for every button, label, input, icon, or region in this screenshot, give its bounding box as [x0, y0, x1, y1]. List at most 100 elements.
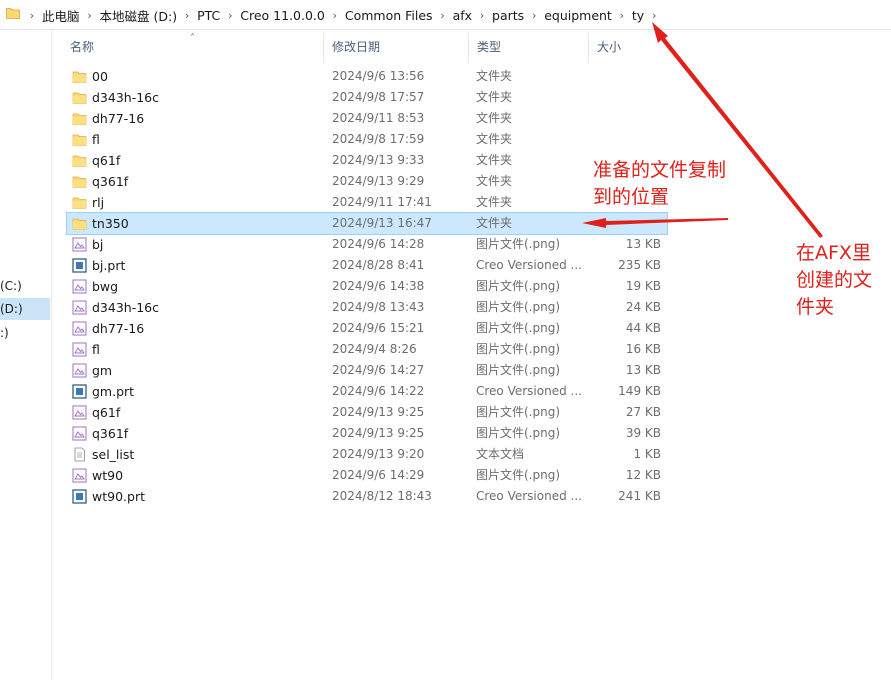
nav-item-drive[interactable]: :): [0, 322, 50, 344]
file-date: 2024/9/6 14:29: [332, 468, 425, 482]
file-row[interactable]: bwg 2024/9/6 14:38 图片文件(.png) 19 KB: [67, 276, 667, 297]
folder-icon: [72, 195, 87, 210]
column-type[interactable]: 类型: [469, 33, 589, 63]
file-date: 2024/9/6 15:21: [332, 321, 425, 335]
chevron-right-icon[interactable]: ›: [435, 9, 451, 22]
file-row[interactable]: d343h-16c 2024/9/8 13:43 图片文件(.png) 24 KB: [67, 297, 667, 318]
nav-item-c-drive[interactable]: (C:): [0, 275, 50, 297]
breadcrumb-item[interactable]: › 本地磁盘 (D:): [82, 0, 180, 30]
file-date: 2024/9/8 13:43: [332, 300, 425, 314]
breadcrumb-item[interactable]: › afx: [435, 0, 474, 30]
file-row[interactable]: gm.prt 2024/9/6 14:22 Creo Versioned ... 14…: [67, 381, 667, 402]
address-bar[interactable]: › 此电脑 › 本地磁盘 (D:) › PTC › Creo 11.0.0.0 › Common …: [0, 0, 891, 30]
column-name[interactable]: 名称: [62, 33, 324, 63]
chevron-right-icon[interactable]: ›: [474, 9, 490, 22]
file-date: 2024/9/6 14:28: [332, 237, 425, 251]
breadcrumb-item[interactable]: › equipment: [526, 0, 614, 30]
image-file-icon: [72, 237, 87, 252]
chevron-right-icon[interactable]: ›: [82, 9, 98, 22]
file-name: bwg: [92, 279, 119, 294]
breadcrumb-item[interactable]: › Common Files: [327, 0, 435, 30]
file-type: 图片文件(.png): [476, 279, 561, 293]
chevron-right-icon[interactable]: ›: [526, 9, 542, 22]
chevron-right-icon[interactable]: ›: [327, 9, 343, 22]
file-row[interactable]: fl 2024/9/8 17:59 文件夹: [67, 129, 667, 150]
file-row[interactable]: q361f 2024/9/13 9:25 图片文件(.png) 39 KB: [67, 423, 667, 444]
file-type: 图片文件(.png): [476, 405, 561, 419]
file-name: bj: [92, 237, 104, 252]
breadcrumb-label[interactable]: equipment: [542, 8, 614, 23]
file-type: Creo Versioned ...: [476, 489, 582, 503]
breadcrumb-item[interactable]: › 此电脑: [24, 0, 82, 30]
file-row[interactable]: rlj 2024/9/11 17:41 文件夹: [67, 192, 667, 213]
breadcrumb-label[interactable]: parts: [490, 8, 526, 23]
image-file-icon: [72, 300, 87, 315]
breadcrumb-label[interactable]: 本地磁盘 (D:): [98, 6, 180, 25]
breadcrumb-label[interactable]: afx: [451, 8, 474, 23]
file-row[interactable]: d343h-16c 2024/9/8 17:57 文件夹: [67, 87, 667, 108]
breadcrumb-item[interactable]: › ty: [614, 0, 646, 30]
file-type: Creo Versioned ...: [476, 384, 582, 398]
file-row[interactable]: wt90.prt 2024/8/12 18:43 Creo Versioned ..…: [67, 486, 667, 507]
file-date: 2024/9/13 9:20: [332, 447, 425, 461]
file-size: 1 KB: [633, 447, 661, 461]
column-date[interactable]: 修改日期: [324, 33, 469, 63]
file-size: 39 KB: [625, 426, 661, 440]
file-name: gm: [92, 363, 113, 378]
file-row[interactable]: tn350 2024/9/13 16:47 文件夹: [66, 212, 668, 235]
breadcrumb-label[interactable]: Common Files: [343, 8, 435, 23]
file-name: fl: [92, 342, 100, 357]
breadcrumb-label[interactable]: PTC: [195, 8, 222, 23]
creo-part-icon: [72, 384, 87, 399]
column-size[interactable]: 大小: [589, 33, 670, 63]
file-row[interactable]: 00 2024/9/6 13:56 文件夹: [67, 66, 667, 87]
file-type: 图片文件(.png): [476, 363, 561, 377]
file-size: 13 KB: [625, 363, 661, 377]
file-row[interactable]: q361f 2024/9/13 9:29 文件夹: [67, 171, 667, 192]
breadcrumb-label[interactable]: ty: [630, 8, 646, 23]
file-list: 00 2024/9/6 13:56 文件夹 d343h-16c 2024/9/8 17:…: [66, 66, 668, 507]
file-row[interactable]: wt90 2024/9/6 14:29 图片文件(.png) 12 KB: [67, 465, 667, 486]
chevron-right-icon[interactable]: ›: [179, 9, 195, 22]
file-row[interactable]: fl 2024/9/4 8:26 图片文件(.png) 16 KB: [67, 339, 667, 360]
file-date: 2024/9/8 17:59: [332, 132, 425, 146]
file-size: 19 KB: [625, 279, 661, 293]
folder-icon: [72, 69, 87, 84]
folder-icon: [72, 90, 87, 105]
file-date: 2024/9/13 16:47: [332, 216, 432, 230]
file-date: 2024/9/6 14:27: [332, 363, 425, 377]
annotation-line: 创建的文: [796, 269, 873, 291]
breadcrumb-label[interactable]: Creo 11.0.0.0: [238, 8, 327, 23]
file-row[interactable]: bj 2024/9/6 14:28 图片文件(.png) 13 KB: [67, 234, 667, 255]
chevron-right-icon[interactable]: ›: [614, 9, 630, 22]
folder-icon: [72, 132, 87, 147]
file-row[interactable]: dh77-16 2024/9/11 8:53 文件夹: [67, 108, 667, 129]
breadcrumb-item[interactable]: › PTC: [179, 0, 222, 30]
breadcrumb-label[interactable]: 此电脑: [40, 6, 82, 25]
image-file-icon: [72, 321, 87, 336]
file-type: 文件夹: [476, 111, 513, 125]
column-header: ˄ 名称 修改日期 类型 大小: [62, 33, 670, 63]
breadcrumb-item[interactable]: › parts: [474, 0, 526, 30]
breadcrumb-item[interactable]: › Creo 11.0.0.0: [222, 0, 327, 30]
file-row[interactable]: bj.prt 2024/8/28 8:41 Creo Versioned ... 23…: [67, 255, 667, 276]
file-row[interactable]: dh77-16 2024/9/6 15:21 图片文件(.png) 44 KB: [67, 318, 667, 339]
file-type: 文件夹: [476, 216, 513, 230]
file-name: dh77-16: [92, 321, 145, 336]
breadcrumb: › 此电脑 › 本地磁盘 (D:) › PTC › Creo 11.0.0.0 › Common …: [24, 0, 662, 30]
file-size: 12 KB: [625, 468, 661, 482]
file-row[interactable]: gm 2024/9/6 14:27 图片文件(.png) 13 KB: [67, 360, 667, 381]
chevron-right-icon[interactable]: ›: [646, 9, 662, 22]
file-name: tn350: [92, 216, 129, 231]
file-row[interactable]: sel_list 2024/9/13 9:20 文本文档 1 KB: [67, 444, 667, 465]
file-row[interactable]: q61f 2024/9/13 9:33 文件夹: [67, 150, 667, 171]
creo-part-icon: [72, 489, 87, 504]
chevron-right-icon[interactable]: ›: [222, 9, 238, 22]
file-date: 2024/9/6 13:56: [332, 69, 425, 83]
file-date: 2024/9/13 9:29: [332, 174, 425, 188]
nav-item-d-drive[interactable]: (D:): [0, 298, 50, 320]
file-name: rlj: [92, 195, 105, 210]
chevron-right-icon[interactable]: ›: [24, 9, 40, 22]
file-name: d343h-16c: [92, 300, 160, 315]
file-row[interactable]: q61f 2024/9/13 9:25 图片文件(.png) 27 KB: [67, 402, 667, 423]
